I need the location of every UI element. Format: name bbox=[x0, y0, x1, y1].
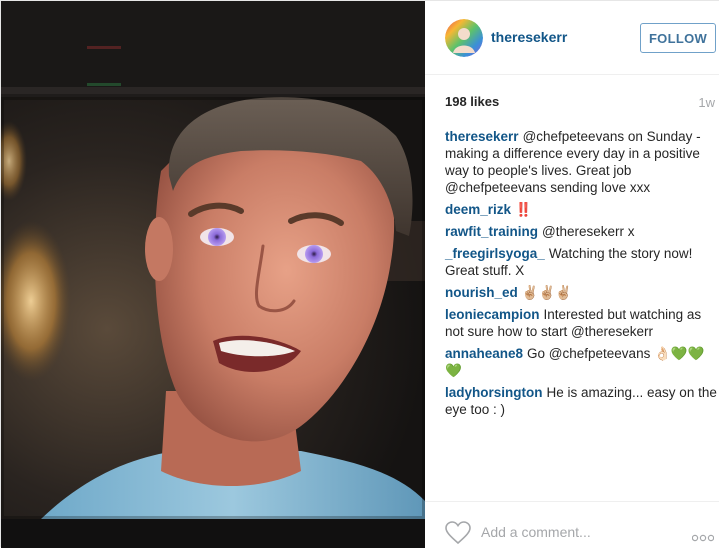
comment-username[interactable]: annaheane8 bbox=[445, 346, 523, 361]
post-details-panel: theresekerr FOLLOW 198 likes 1w theresek… bbox=[425, 1, 719, 548]
comment-item: deem_rizk ‼️ bbox=[445, 201, 717, 218]
comment-text: @theresekerr x bbox=[542, 224, 635, 239]
comment-item: rawfit_training @theresekerr x bbox=[445, 223, 717, 240]
comment-item: ladyhorsington He is amazing... easy on t… bbox=[445, 384, 717, 418]
post-timestamp[interactable]: 1w bbox=[698, 95, 715, 110]
post-footer bbox=[425, 501, 719, 548]
user-avatar-icon[interactable] bbox=[445, 19, 483, 57]
tv-screen-image bbox=[1, 1, 425, 548]
add-comment-input[interactable] bbox=[481, 521, 671, 543]
comment-text: ‼️ bbox=[515, 202, 532, 217]
more-options-icon[interactable] bbox=[691, 529, 715, 542]
comment-text: ✌🏼✌🏼✌🏼 bbox=[521, 285, 573, 300]
comment-item: theresekerr @chefpeteevans on Sunday - ma… bbox=[445, 128, 717, 196]
comment-list: theresekerr @chefpeteevans on Sunday - ma… bbox=[445, 128, 717, 423]
post-stats: 198 likes 1w bbox=[445, 94, 715, 112]
comment-item: annaheane8 Go @chefpeteevans 👌🏻💚💚💚 bbox=[445, 345, 717, 379]
comment-username[interactable]: ladyhorsington bbox=[445, 385, 543, 400]
instagram-post: theresekerr FOLLOW 198 likes 1w theresek… bbox=[0, 0, 719, 548]
comment-username[interactable]: leoniecampion bbox=[445, 307, 540, 322]
comment-item: _freegirlsyoga_ Watching the story now! G… bbox=[445, 245, 717, 279]
post-header: theresekerr FOLLOW bbox=[425, 1, 719, 75]
post-photo[interactable] bbox=[1, 1, 425, 548]
likes-count[interactable]: 198 likes bbox=[445, 94, 499, 109]
follow-button[interactable]: FOLLOW bbox=[640, 23, 716, 53]
post-author-username[interactable]: theresekerr bbox=[491, 29, 567, 45]
comment-username[interactable]: nourish_ed bbox=[445, 285, 518, 300]
heart-icon[interactable] bbox=[445, 521, 471, 545]
comment-username[interactable]: deem_rizk bbox=[445, 202, 511, 217]
comment-username[interactable]: rawfit_training bbox=[445, 224, 538, 239]
comment-item: leoniecampion Interested but watching as … bbox=[445, 306, 717, 340]
comment-username[interactable]: theresekerr bbox=[445, 129, 519, 144]
comment-item: nourish_ed ✌🏼✌🏼✌🏼 bbox=[445, 284, 717, 301]
comment-username[interactable]: _freegirlsyoga_ bbox=[445, 246, 545, 261]
